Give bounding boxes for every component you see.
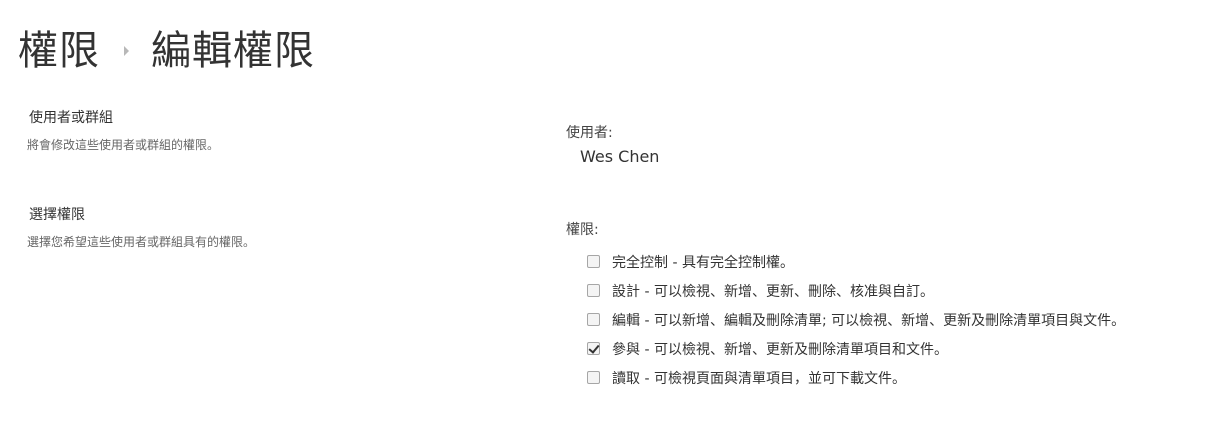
users-section-title: 使用者或群組	[29, 110, 113, 126]
full-control-checkbox[interactable]	[587, 255, 600, 268]
breadcrumb-parent-link[interactable]: 權限	[18, 18, 100, 76]
design-checkbox[interactable]	[587, 284, 600, 297]
page-title: 權限 編輯權限	[18, 20, 315, 74]
permissions-section-title: 選擇權限	[29, 207, 85, 223]
read-checkbox[interactable]	[587, 371, 600, 384]
permission-item-contribute: 參與 - 可以檢視、新增、更新及刪除清單項目和文件。	[587, 334, 1125, 363]
permission-item-edit: 編輯 - 可以新增、編輯及刪除清單; 可以檢視、新增、更新及刪除清單項目與文件。	[587, 305, 1125, 334]
full-control-label[interactable]: 完全控制 - 具有完全控制權。	[612, 252, 794, 272]
permissions-section-description: 選擇您希望這些使用者或群組具有的權限。	[27, 235, 256, 249]
permission-item-read: 讀取 - 可檢視頁面與清單項目，並可下載文件。	[587, 363, 1125, 392]
users-label: 使用者:	[566, 125, 613, 141]
permission-item-full-control: 完全控制 - 具有完全控制權。	[587, 247, 1125, 276]
edit-label[interactable]: 編輯 - 可以新增、編輯及刪除清單; 可以檢視、新增、更新及刪除清單項目與文件。	[612, 310, 1125, 330]
user-name: Wes Chen	[580, 147, 660, 166]
permission-list: 完全控制 - 具有完全控制權。 設計 - 可以檢視、新增、更新、刪除、核准與自訂…	[587, 247, 1125, 392]
users-section-description: 將會修改這些使用者或群組的權限。	[27, 138, 220, 152]
read-label[interactable]: 讀取 - 可檢視頁面與清單項目，並可下載文件。	[612, 368, 906, 388]
contribute-label[interactable]: 參與 - 可以檢視、新增、更新及刪除清單項目和文件。	[612, 339, 948, 359]
breadcrumb-current: 編輯權限	[151, 28, 315, 74]
design-label[interactable]: 設計 - 可以檢視、新增、更新、刪除、核准與自訂。	[612, 281, 934, 301]
permissions-label: 權限:	[566, 222, 599, 238]
breadcrumb-separator-icon	[124, 46, 129, 56]
contribute-checkbox[interactable]	[587, 342, 600, 355]
permission-item-design: 設計 - 可以檢視、新增、更新、刪除、核准與自訂。	[587, 276, 1125, 305]
edit-checkbox[interactable]	[587, 313, 600, 326]
